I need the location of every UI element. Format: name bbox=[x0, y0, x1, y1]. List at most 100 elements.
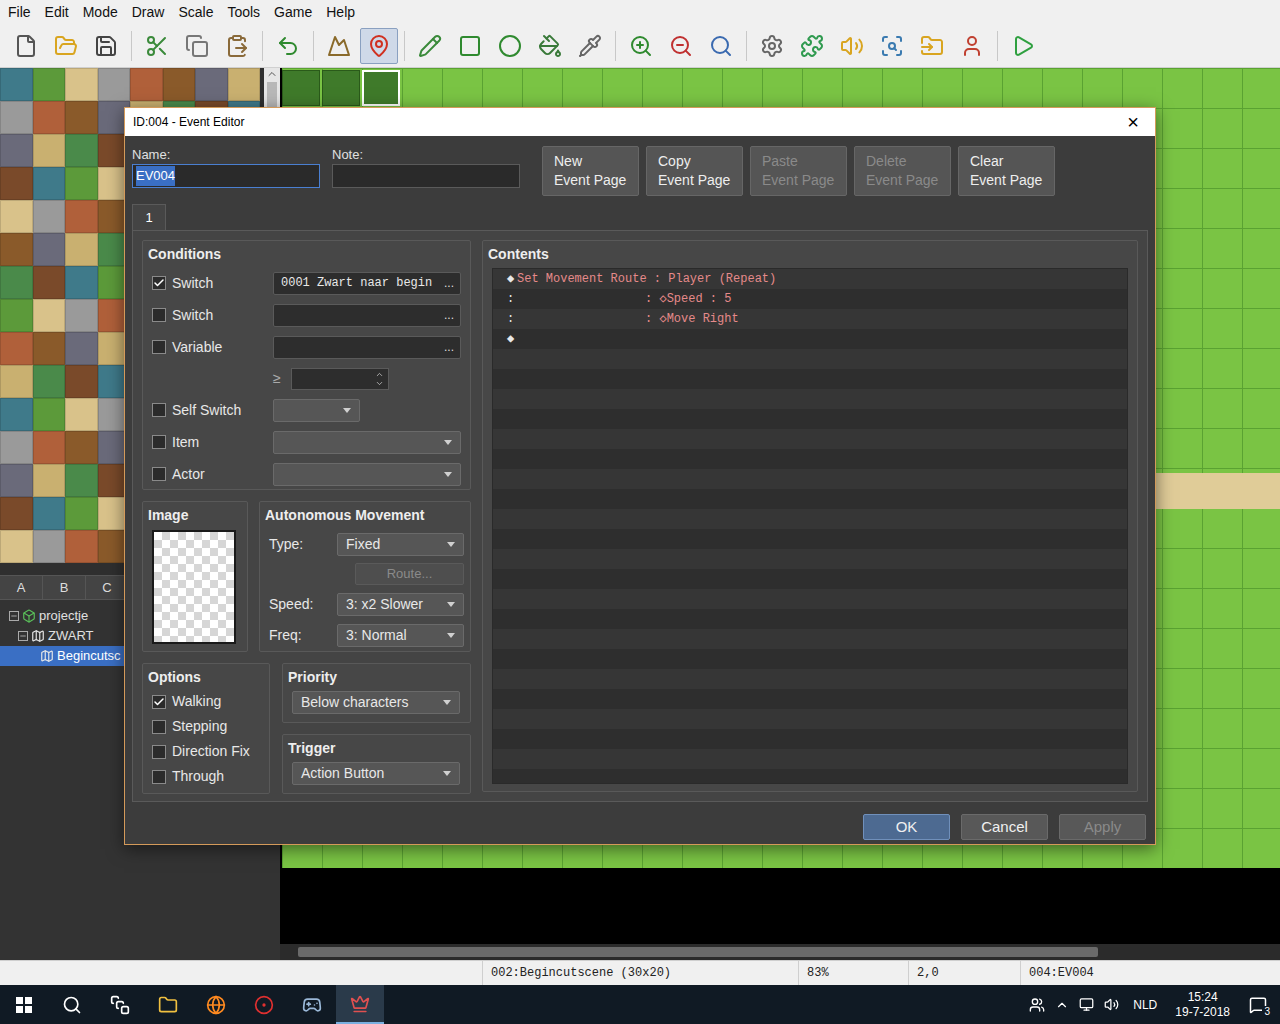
dialog-button[interactable]: Cancel bbox=[961, 814, 1048, 840]
tile[interactable] bbox=[0, 332, 33, 365]
taskbar-app[interactable] bbox=[48, 985, 96, 1024]
toolbar-button[interactable] bbox=[913, 28, 951, 64]
command-line[interactable]: ◆Set Movement Route : Player (Repeat) bbox=[493, 269, 1127, 289]
tile[interactable] bbox=[130, 68, 163, 101]
image-preview[interactable] bbox=[152, 530, 236, 644]
picker-button[interactable]: ... bbox=[444, 338, 454, 356]
menu-item[interactable]: Game bbox=[274, 2, 312, 23]
priority-select[interactable]: Below characters bbox=[292, 691, 460, 714]
tile[interactable] bbox=[0, 299, 33, 332]
tile[interactable] bbox=[33, 398, 66, 431]
name-input[interactable]: EV004 bbox=[132, 164, 320, 188]
page-tab[interactable]: 1 bbox=[132, 204, 166, 230]
notifications[interactable]: 3 bbox=[1244, 993, 1272, 1017]
toolbar-button[interactable] bbox=[320, 28, 358, 64]
checkbox[interactable] bbox=[152, 403, 166, 417]
tile[interactable] bbox=[0, 167, 33, 200]
picker-button[interactable]: ... bbox=[444, 274, 454, 292]
toolbar-button[interactable] bbox=[360, 28, 398, 64]
taskbar-app[interactable] bbox=[144, 985, 192, 1024]
option-item[interactable]: Through bbox=[152, 764, 264, 789]
toolbar-button[interactable] bbox=[218, 28, 256, 64]
tile[interactable] bbox=[65, 101, 98, 134]
toolbar-button[interactable] bbox=[622, 28, 660, 64]
condition-dropdown[interactable] bbox=[273, 431, 461, 454]
map-scrollbar[interactable] bbox=[280, 944, 1280, 960]
toolbar-button[interactable] bbox=[178, 28, 216, 64]
tile[interactable] bbox=[65, 134, 98, 167]
tile[interactable] bbox=[163, 68, 196, 101]
speed-select[interactable]: 3: x2 Slower bbox=[337, 593, 464, 616]
route-button[interactable]: Route... bbox=[355, 563, 464, 585]
tile[interactable] bbox=[65, 200, 98, 233]
tile[interactable] bbox=[0, 464, 33, 497]
close-button[interactable]: × bbox=[1111, 108, 1155, 136]
dialog-button[interactable]: Apply bbox=[1059, 814, 1146, 840]
toolbar-button[interactable] bbox=[571, 28, 609, 64]
tile[interactable] bbox=[33, 233, 66, 266]
tile[interactable] bbox=[65, 365, 98, 398]
tile[interactable] bbox=[33, 431, 66, 464]
toolbar-button[interactable] bbox=[531, 28, 569, 64]
freq-select[interactable]: 3: Normal bbox=[337, 624, 464, 647]
command-line[interactable]: ◆ bbox=[493, 329, 1127, 349]
tile[interactable] bbox=[65, 398, 98, 431]
tile[interactable] bbox=[65, 332, 98, 365]
command-line[interactable]: :: ◇Move Right bbox=[493, 309, 1127, 329]
toolbar-button[interactable] bbox=[953, 28, 991, 64]
toolbar-button[interactable] bbox=[1004, 28, 1042, 64]
tile[interactable] bbox=[65, 266, 98, 299]
toolbar-button[interactable] bbox=[411, 28, 449, 64]
tile[interactable] bbox=[65, 431, 98, 464]
tileset-tab[interactable]: B bbox=[43, 576, 86, 599]
picker-button[interactable]: ... bbox=[444, 306, 454, 324]
show-hidden-icon[interactable] bbox=[1055, 998, 1069, 1012]
taskbar-app[interactable] bbox=[336, 985, 384, 1024]
start-button[interactable] bbox=[0, 985, 48, 1024]
toolbar-button[interactable] bbox=[47, 28, 85, 64]
tileset-tab[interactable]: A bbox=[0, 576, 43, 599]
tile[interactable] bbox=[0, 497, 33, 530]
page-button[interactable]: DeleteEvent Page bbox=[854, 146, 951, 196]
tile[interactable] bbox=[33, 365, 66, 398]
type-select[interactable]: Fixed bbox=[337, 533, 464, 556]
option-item[interactable]: Direction Fix bbox=[152, 739, 264, 764]
page-button[interactable]: PasteEvent Page bbox=[750, 146, 847, 196]
menu-item[interactable]: Tools bbox=[227, 2, 260, 23]
command-line[interactable]: :: ◇Speed : 5 bbox=[493, 289, 1127, 309]
tile[interactable] bbox=[65, 299, 98, 332]
toolbar-button[interactable] bbox=[138, 28, 176, 64]
tile[interactable] bbox=[33, 68, 66, 101]
tile[interactable] bbox=[33, 332, 66, 365]
tile[interactable] bbox=[65, 530, 98, 563]
checkbox[interactable] bbox=[152, 720, 166, 734]
tile[interactable] bbox=[0, 101, 33, 134]
tile[interactable] bbox=[0, 431, 33, 464]
tile[interactable] bbox=[65, 464, 98, 497]
tile[interactable] bbox=[98, 68, 131, 101]
scroll-up-icon[interactable] bbox=[266, 68, 278, 80]
tile[interactable] bbox=[0, 233, 33, 266]
option-item[interactable]: Walking bbox=[152, 689, 264, 714]
dialog-button[interactable]: OK bbox=[863, 814, 950, 840]
condition-picker[interactable]: ... bbox=[273, 304, 461, 327]
condition-dropdown[interactable] bbox=[273, 399, 360, 422]
decrement-icon[interactable] bbox=[375, 379, 384, 388]
language[interactable]: NLD bbox=[1129, 996, 1161, 1014]
clock[interactable]: 15:2419-7-2018 bbox=[1171, 990, 1234, 1020]
network-icon[interactable] bbox=[1079, 997, 1094, 1012]
tile[interactable] bbox=[195, 68, 228, 101]
page-button[interactable]: ClearEvent Page bbox=[958, 146, 1055, 196]
checkbox[interactable] bbox=[152, 745, 166, 759]
tile[interactable] bbox=[65, 233, 98, 266]
toolbar-button[interactable] bbox=[793, 28, 831, 64]
condition-dropdown[interactable] bbox=[273, 463, 461, 486]
number-input[interactable] bbox=[291, 368, 389, 390]
tile[interactable] bbox=[65, 497, 98, 530]
taskbar-app[interactable] bbox=[96, 985, 144, 1024]
page-button[interactable]: CopyEvent Page bbox=[646, 146, 743, 196]
tile[interactable] bbox=[65, 167, 98, 200]
condition-picker[interactable]: ... bbox=[273, 336, 461, 359]
tile[interactable] bbox=[0, 266, 33, 299]
toolbar-button[interactable] bbox=[662, 28, 700, 64]
